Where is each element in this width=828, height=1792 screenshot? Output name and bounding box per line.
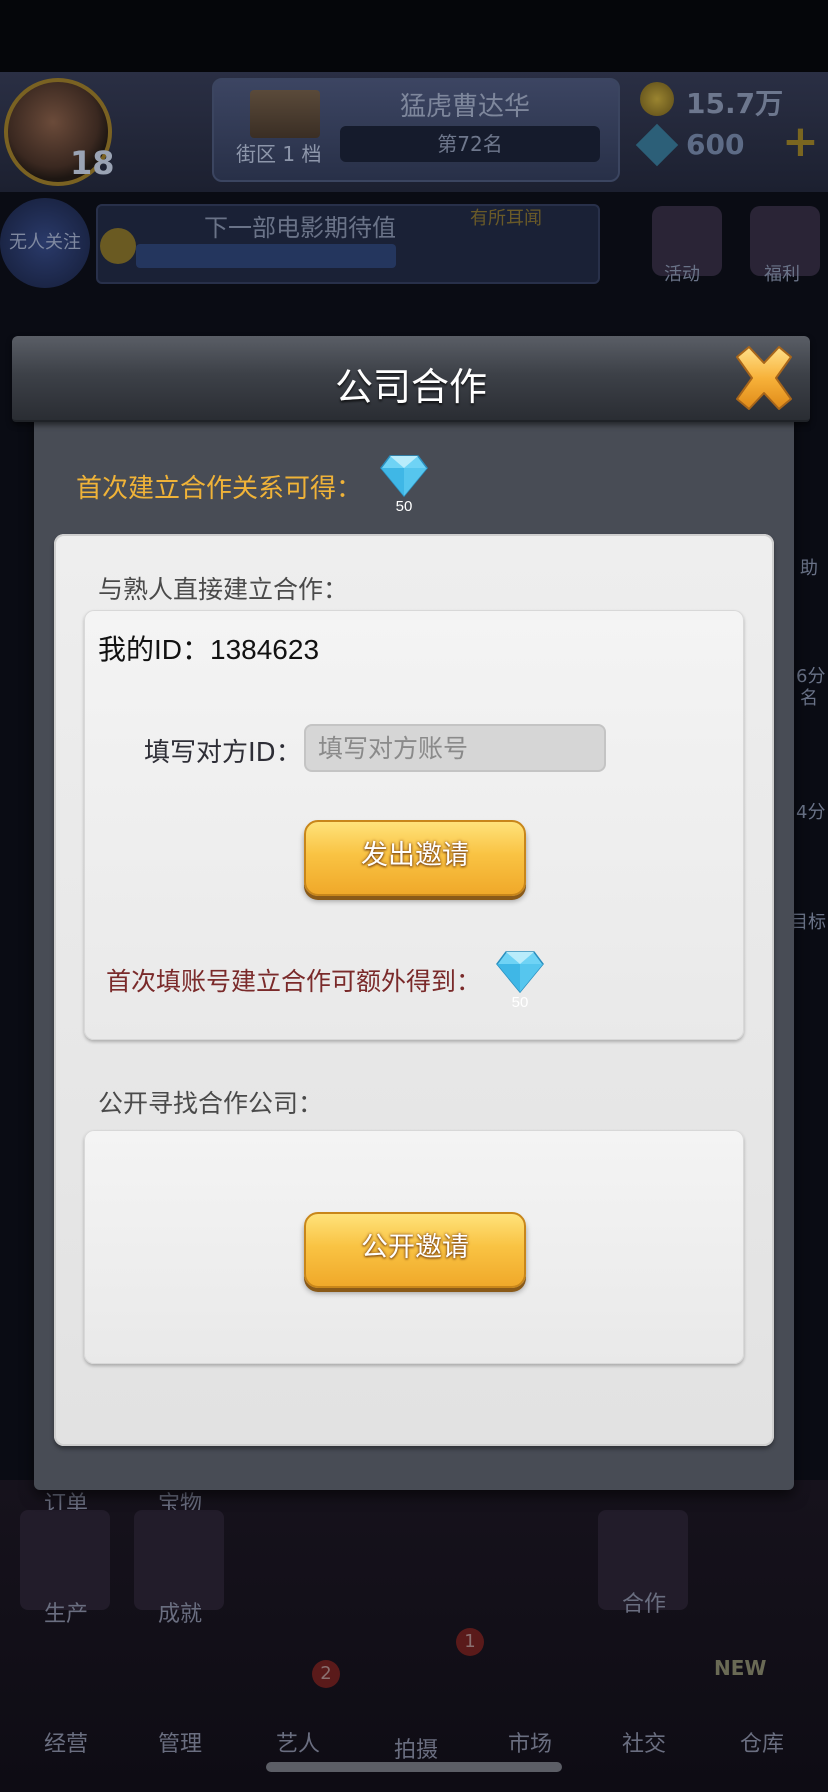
rumor-label: 有所耳闻 xyxy=(470,208,542,229)
dialog-header: 公司合作 xyxy=(12,336,810,422)
nav-warehouse[interactable]: 仓库 xyxy=(712,1726,812,1758)
diamond-gem-icon xyxy=(380,455,428,498)
partner-id-input[interactable] xyxy=(304,724,606,772)
artist-badge: 2 xyxy=(312,1660,340,1688)
nav-shoot[interactable]: 拍摄 xyxy=(366,1732,466,1764)
shoot-badge: 1 xyxy=(456,1628,484,1656)
player-name: 猛虎曹达华 xyxy=(399,92,530,122)
achievement-tile[interactable] xyxy=(134,1510,224,1610)
nav-market[interactable]: 市场 xyxy=(480,1726,580,1758)
coin-icon xyxy=(640,82,674,116)
expectation-label: 下一部电影期待值 xyxy=(204,214,396,242)
district-label: 街区 1 档 xyxy=(236,142,322,166)
add-gems-button[interactable]: + xyxy=(782,120,822,164)
send-invite-button[interactable]: 发出邀请 xyxy=(304,820,526,896)
my-id: 我的ID：1384623 xyxy=(98,628,319,668)
produce-tile[interactable] xyxy=(20,1510,110,1610)
nav-operate[interactable]: 经营 xyxy=(16,1726,116,1758)
player-rank: 第72名 xyxy=(340,126,600,162)
home-indicator[interactable] xyxy=(266,1762,562,1772)
side-goal-label: 目标 xyxy=(790,912,826,933)
activity-label: 活动 xyxy=(664,264,700,285)
nav-manage[interactable]: 管理 xyxy=(130,1726,230,1758)
nav-cooperate: 合作 xyxy=(621,1592,666,1617)
side-rank-label: 名 xyxy=(800,688,818,709)
nav-achievement: 成就 xyxy=(157,1602,202,1627)
fill-id-label: 填写对方ID： xyxy=(144,738,302,768)
first-reward-amount: 50 xyxy=(395,498,413,515)
follow-status[interactable]: 无人关注 xyxy=(0,198,90,288)
welfare-label: 福利 xyxy=(764,264,800,285)
building-icon xyxy=(250,90,320,138)
first-reward-text: 首次建立合作关系可得： xyxy=(76,474,363,504)
close-button[interactable] xyxy=(722,340,806,416)
direct-section-title: 与熟人直接建立合作： xyxy=(98,575,349,604)
my-id-label: 我的ID： xyxy=(98,634,211,665)
expectation-progress xyxy=(136,244,396,268)
nav-artist[interactable]: 艺人 xyxy=(248,1726,348,1758)
nav-produce: 生产 xyxy=(43,1602,88,1627)
gem-value: 600 xyxy=(686,128,745,161)
diamond-gem-icon xyxy=(496,951,544,994)
public-invite-button[interactable]: 公开邀请 xyxy=(304,1212,526,1288)
player-level: 18 xyxy=(70,144,115,182)
coin-value: 15.7万 xyxy=(686,87,784,120)
extra-reward-text: 首次填账号建立合作可额外得到： xyxy=(106,967,482,996)
gem-icon xyxy=(635,123,679,167)
close-x-icon xyxy=(736,346,792,410)
public-section-title: 公开寻找合作公司： xyxy=(98,1089,324,1118)
new-tag: NEW xyxy=(714,1656,767,1680)
side-help-label: 助 xyxy=(800,558,818,579)
dialog-title: 公司合作 xyxy=(334,365,487,409)
extra-reward-amount: 50 xyxy=(511,994,529,1011)
nav-social[interactable]: 社交 xyxy=(594,1726,694,1758)
status-bar xyxy=(0,0,828,72)
side-score2-label: 4分 xyxy=(796,802,826,823)
my-id-value: 1384623 xyxy=(210,634,320,665)
